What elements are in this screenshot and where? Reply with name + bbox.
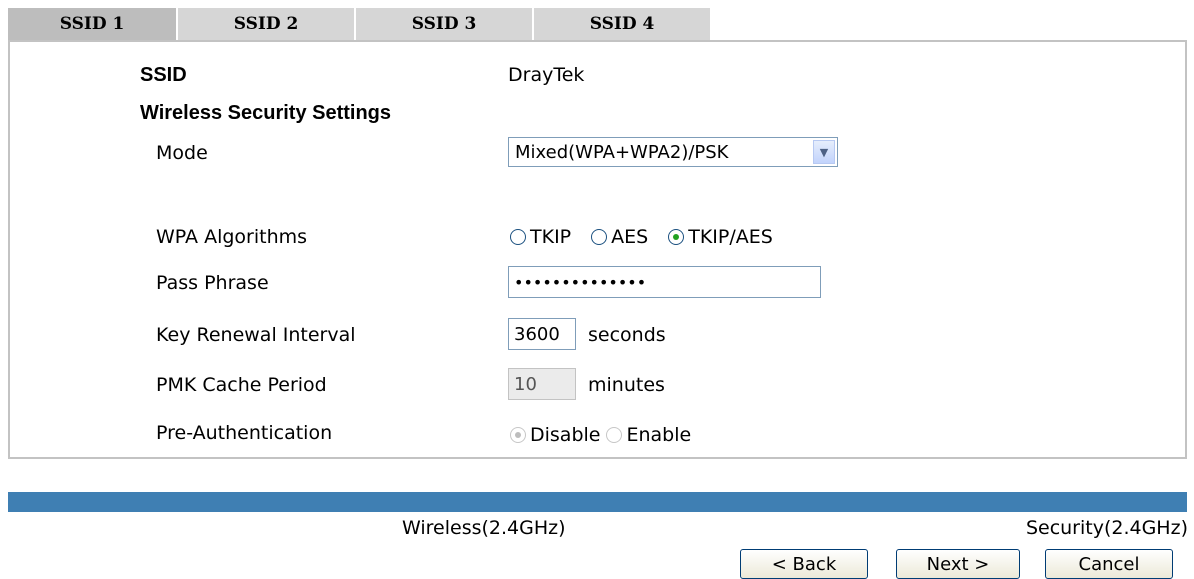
radio-preauth-enable-label: Enable bbox=[626, 424, 692, 446]
key-renewal-input[interactable]: 3600 bbox=[508, 318, 576, 350]
mode-select-value: Mixed(WPA+WPA2)/PSK bbox=[515, 141, 729, 163]
pmk-cache-input[interactable]: 10 bbox=[508, 368, 576, 400]
mode-label: Mode bbox=[156, 142, 208, 164]
key-renewal-unit: seconds bbox=[588, 324, 666, 346]
radio-preauth-disable[interactable] bbox=[510, 427, 526, 443]
radio-preauth-disable-label: Disable bbox=[530, 424, 601, 446]
ssid-label: SSID bbox=[140, 64, 187, 86]
radio-tkip-aes-label: TKIP/AES bbox=[688, 226, 773, 248]
tab-ssid-4[interactable]: SSID 4 bbox=[534, 8, 710, 40]
pass-phrase-label: Pass Phrase bbox=[156, 272, 269, 294]
ssid-value: DrayTek bbox=[508, 64, 585, 86]
section-title: Wireless Security Settings bbox=[140, 102, 392, 124]
wpa-algorithms-label: WPA Algorithms bbox=[156, 226, 308, 248]
pre-authentication-label: Pre-Authentication bbox=[156, 422, 333, 444]
key-renewal-label: Key Renewal Interval bbox=[156, 324, 356, 346]
pmk-cache-label: PMK Cache Period bbox=[156, 374, 327, 396]
mode-select[interactable]: Mixed(WPA+WPA2)/PSK ▼ bbox=[508, 137, 838, 167]
radio-tkip-label: TKIP bbox=[530, 226, 572, 248]
radio-preauth-enable[interactable] bbox=[606, 427, 623, 443]
radio-aes[interactable] bbox=[591, 229, 608, 245]
wizard-step-security: Security(2.4GHz) bbox=[1025, 517, 1188, 539]
ssid-tabs: SSID 1 SSID 2 SSID 3 SSID 4 bbox=[8, 8, 710, 40]
back-button[interactable]: < Back bbox=[740, 549, 868, 579]
tab-ssid-1[interactable]: SSID 1 bbox=[8, 8, 178, 40]
pmk-cache-value: 10 bbox=[514, 373, 537, 395]
pass-phrase-value: •••••••••••••• bbox=[514, 272, 647, 292]
pre-authentication-group: Disable Enable bbox=[510, 424, 711, 446]
radio-aes-label: AES bbox=[611, 226, 649, 248]
wizard-progress-bar bbox=[8, 492, 1187, 512]
radio-tkip[interactable] bbox=[510, 229, 526, 245]
chevron-down-icon[interactable]: ▼ bbox=[813, 140, 835, 164]
wpa-algorithms-group: TKIP AES TKIP/AES bbox=[510, 226, 793, 248]
key-renewal-value: 3600 bbox=[514, 323, 560, 345]
pass-phrase-input[interactable]: •••••••••••••• bbox=[508, 266, 821, 298]
next-button[interactable]: Next > bbox=[896, 549, 1020, 579]
cancel-button[interactable]: Cancel bbox=[1045, 549, 1173, 579]
tab-ssid-3[interactable]: SSID 3 bbox=[356, 8, 534, 40]
pmk-cache-unit: minutes bbox=[588, 374, 665, 396]
radio-tkip-aes[interactable] bbox=[668, 229, 685, 245]
wizard-step-wireless: Wireless(2.4GHz) bbox=[402, 517, 566, 539]
tab-ssid-2[interactable]: SSID 2 bbox=[178, 8, 356, 40]
settings-panel: SSID DrayTek Wireless Security Settings … bbox=[8, 40, 1187, 459]
